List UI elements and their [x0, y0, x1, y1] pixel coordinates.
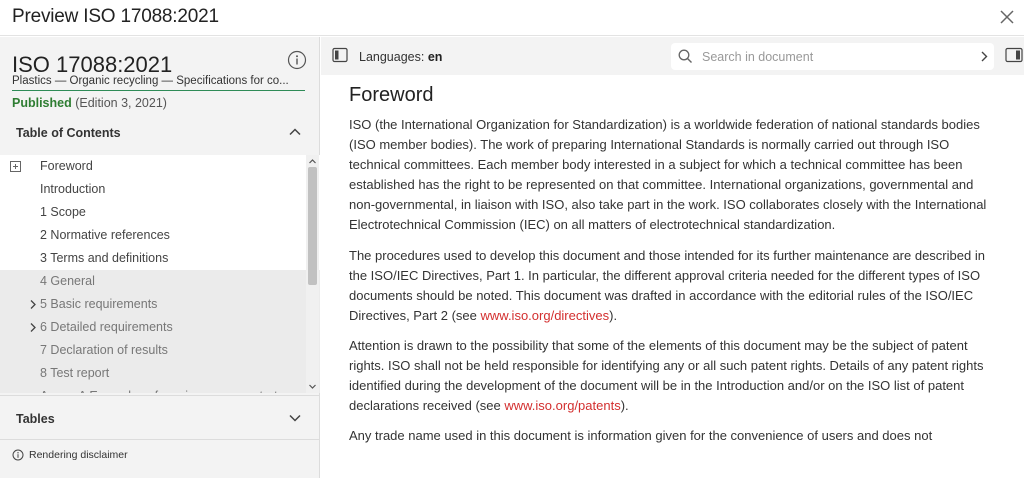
- chevron-up-icon[interactable]: [288, 125, 302, 139]
- chevron-right-icon[interactable]: [28, 322, 38, 333]
- close-icon[interactable]: [996, 6, 1018, 28]
- toc-item-label: Foreword: [40, 159, 93, 173]
- paragraph-text: Attention is drawn to the possibility th…: [349, 337, 984, 414]
- document-toolbar: Languages: en: [321, 37, 1024, 75]
- toc-item-label: 6 Detailed requirements: [40, 320, 173, 334]
- paragraph: ISO (the International Organization for …: [349, 117, 987, 233]
- paragraph: Any trade name used in this document is …: [349, 428, 933, 444]
- toc-heading[interactable]: Table of Contents: [16, 126, 121, 140]
- toc-item[interactable]: Annex A Examples of maximum concentrat..…: [0, 385, 320, 393]
- scrollbar-thumb[interactable]: [308, 167, 317, 285]
- toc-item[interactable]: 5 Basic requirements: [0, 293, 320, 316]
- search-box[interactable]: [671, 43, 994, 70]
- directives-link[interactable]: www.iso.org/directives: [481, 308, 610, 323]
- section-body: ISO (the International Organization for …: [349, 115, 999, 456]
- toc-item-label: 5 Basic requirements: [40, 297, 158, 311]
- toc-item-label: 3 Terms and definitions: [40, 251, 169, 265]
- toc-item-label: Annex A Examples of maximum concentrat..…: [40, 389, 288, 393]
- language-selector[interactable]: Languages: en: [359, 50, 442, 64]
- scroll-up-icon[interactable]: [308, 157, 317, 166]
- edition-label: (Edition 3, 2021): [75, 96, 167, 110]
- toc-item[interactable]: 6 Detailed requirements: [0, 316, 320, 339]
- toc-item-label: 1 Scope: [40, 205, 86, 219]
- window-title: Preview ISO 17088:2021: [12, 6, 219, 27]
- rendering-disclaimer-link[interactable]: Rendering disclaimer: [12, 449, 128, 461]
- paragraph-text: ).: [620, 398, 629, 414]
- chevron-right-icon[interactable]: [979, 50, 989, 63]
- document-content: Foreword ISO (the International Organiza…: [321, 75, 1024, 478]
- paragraph: The procedures used to develop this docu…: [349, 246, 999, 326]
- paragraph-text: ).: [609, 307, 618, 323]
- toc-item-label: Introduction: [40, 182, 106, 196]
- sidebar-toggle-icon[interactable]: [332, 47, 348, 63]
- scroll-down-icon[interactable]: [308, 382, 317, 391]
- status-line: Published (Edition 3, 2021): [12, 96, 167, 110]
- toc-list: Foreword Introduction 1 Scope 2 Normative r…: [0, 155, 320, 393]
- toc-item-label: 4 General: [40, 274, 95, 288]
- toc-item[interactable]: 3 Terms and definitions: [0, 247, 320, 270]
- divider: [0, 395, 320, 396]
- chevron-right-icon[interactable]: [28, 299, 38, 310]
- toc-item-label: 7 Declaration of results: [40, 343, 168, 357]
- toc-item[interactable]: Introduction: [0, 178, 320, 201]
- document-subtitle: Plastics — Organic recycling — Specifica…: [12, 75, 305, 91]
- status-badge: Published: [12, 96, 72, 110]
- chevron-down-icon[interactable]: [288, 411, 302, 425]
- toc-item-label: 8 Test report: [40, 366, 110, 380]
- disclaimer-label: Rendering disclaimer: [29, 449, 128, 461]
- paragraph-text: The procedures used to develop this docu…: [349, 247, 985, 323]
- expand-icon[interactable]: [10, 161, 21, 172]
- toc-item[interactable]: 7 Declaration of results: [0, 339, 320, 362]
- toc-scrollbar[interactable]: [306, 155, 319, 393]
- section-heading: Foreword: [349, 84, 434, 106]
- window-titlebar: Preview ISO 17088:2021: [0, 0, 1024, 36]
- toc-item[interactable]: 1 Scope: [0, 201, 320, 224]
- info-icon: [12, 449, 24, 461]
- toc-item-label: 2 Normative references: [40, 228, 170, 242]
- info-icon[interactable]: [287, 50, 307, 70]
- search-icon: [678, 49, 692, 63]
- languages-label: Languages:: [359, 50, 425, 64]
- toc-item[interactable]: 4 General: [0, 270, 320, 293]
- toc-item[interactable]: 2 Normative references: [0, 224, 320, 247]
- sidebar: ISO 17088:2021 Plastics — Organic recycl…: [0, 37, 320, 478]
- language-value: en: [427, 50, 443, 64]
- patents-link[interactable]: www.iso.org/patents: [504, 398, 620, 413]
- tables-heading[interactable]: Tables: [16, 412, 55, 426]
- search-input[interactable]: [702, 48, 952, 65]
- panel-toggle-icon[interactable]: [1005, 47, 1023, 63]
- toc-item[interactable]: Foreword: [0, 155, 320, 178]
- toc-item[interactable]: 8 Test report: [0, 362, 320, 385]
- divider: [0, 439, 320, 440]
- paragraph: Attention is drawn to the possibility th…: [349, 336, 999, 416]
